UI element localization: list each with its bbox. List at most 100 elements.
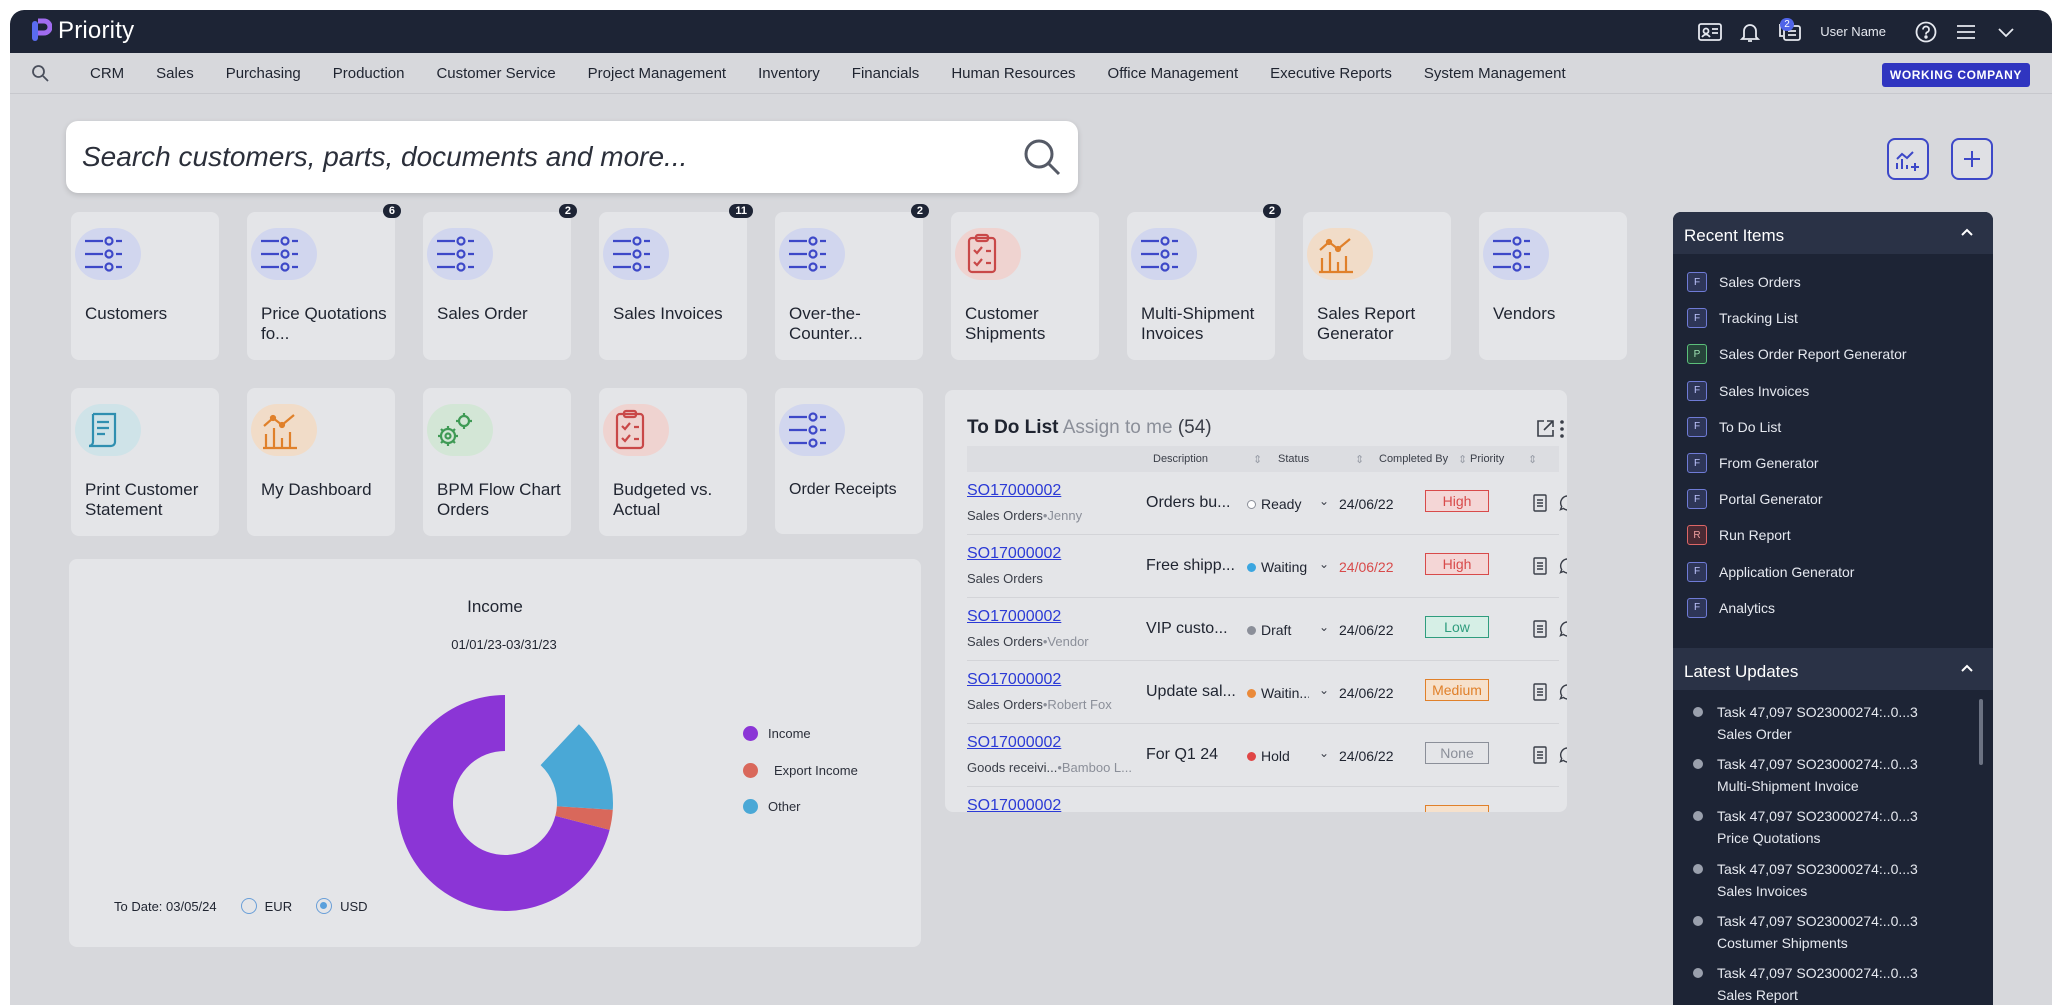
card-multi-shipment-invoices[interactable]: Multi-Shipment Invoices 2	[1127, 204, 1281, 360]
currency-eur-label[interactable]: EUR	[265, 899, 292, 914]
logo[interactable]: Priority	[30, 17, 134, 45]
card-customer-shipments[interactable]: Customer Shipments	[951, 212, 1099, 360]
todo-row[interactable]: SO17000002 Sales Orders•Jenny Orders bu...…	[967, 472, 1567, 535]
status-dropdown-icon[interactable]: ⌄	[1319, 557, 1329, 571]
status-dropdown-icon[interactable]: ⌄	[1319, 746, 1329, 760]
status-dropdown-icon[interactable]: ⌄	[1319, 683, 1329, 697]
row-status[interactable]: Ready	[1247, 496, 1309, 512]
menu-customer-service[interactable]: Customer Service	[420, 53, 571, 94]
card-customers[interactable]: Customers	[71, 212, 219, 360]
order-number-link[interactable]: SO17000002	[967, 671, 1061, 689]
menu-human-resources[interactable]: Human Resources	[935, 53, 1091, 94]
col-completed-by[interactable]: Completed By	[1379, 453, 1448, 465]
row-status[interactable]: Draft	[1247, 622, 1309, 638]
card-vendors[interactable]: Vendors	[1479, 212, 1627, 360]
recent-item[interactable]: F Sales Invoices	[1687, 380, 1809, 401]
document-icon[interactable]	[1532, 557, 1548, 575]
card-sales-report-generator[interactable]: Sales Report Generator	[1303, 212, 1451, 360]
todo-row[interactable]: SO17000002	[967, 787, 1559, 812]
recent-item[interactable]: F Portal Generator	[1687, 489, 1823, 510]
card-sales-invoices[interactable]: Sales Invoices 11	[599, 204, 753, 360]
order-number-link[interactable]: SO17000002	[967, 797, 1061, 812]
todo-row[interactable]: SO17000002 Sales Orders•Robert Fox Update …	[967, 661, 1567, 724]
currency-usd-label[interactable]: USD	[340, 899, 367, 914]
recent-item[interactable]: F Sales Orders	[1687, 272, 1801, 292]
chevron-up-icon[interactable]	[1959, 660, 1975, 676]
messages-button[interactable]: 2	[1770, 10, 1810, 53]
card-order-receipts[interactable]: Order Receipts	[775, 388, 923, 534]
card-price-quotations[interactable]: Price Quotations fo... 6	[247, 204, 401, 360]
slice-other[interactable]	[540, 724, 613, 810]
user-name[interactable]: User Name	[1820, 24, 1886, 39]
card-over-the-counter[interactable]: Over-the-Counter... 2	[775, 204, 929, 360]
comment-icon[interactable]	[1559, 620, 1567, 638]
menu-inventory[interactable]: Inventory	[742, 53, 836, 94]
recent-item[interactable]: F Application Generator	[1687, 561, 1854, 582]
update-item[interactable]: Task 47,097 SO23000274:..0...3 Sales Repo…	[1693, 962, 1918, 1005]
order-number-link[interactable]: SO17000002	[967, 734, 1061, 752]
order-number-link[interactable]: SO17000002	[967, 608, 1061, 626]
update-item[interactable]: Task 47,097 SO23000274:..0...3 Sales Invo…	[1693, 858, 1918, 902]
document-icon[interactable]	[1532, 620, 1548, 638]
comment-icon[interactable]	[1559, 683, 1567, 701]
todo-row[interactable]: SO17000002 Sales Orders•Vendor VIP custo..…	[967, 598, 1567, 661]
recent-item[interactable]: R Run Report	[1687, 525, 1791, 546]
recent-item[interactable]: F Tracking List	[1687, 308, 1798, 329]
comment-icon[interactable]	[1559, 494, 1567, 512]
menu-office-management[interactable]: Office Management	[1092, 53, 1255, 94]
menu-project-management[interactable]: Project Management	[572, 53, 742, 94]
comment-icon[interactable]	[1559, 557, 1567, 575]
add-button[interactable]	[1951, 138, 1993, 180]
help-button[interactable]	[1906, 10, 1946, 53]
sort-icon[interactable]: ⇕	[1458, 453, 1467, 466]
recent-item[interactable]: F To Do List	[1687, 416, 1781, 437]
card-bpm-flow-chart-orders[interactable]: BPM Flow Chart Orders	[423, 388, 571, 536]
row-status[interactable]: Waiting	[1247, 559, 1309, 575]
todo-row[interactable]: SO17000002 Goods receivi...•Bamboo L... Fo…	[967, 724, 1567, 787]
currency-eur-radio[interactable]	[240, 898, 257, 914]
menu-system-management[interactable]: System Management	[1408, 53, 1582, 94]
menu-executive-reports[interactable]: Executive Reports	[1254, 53, 1408, 94]
latest-updates-header[interactable]: Latest Updates	[1673, 648, 1993, 690]
open-external-icon[interactable]	[1534, 418, 1556, 440]
main-menu-button[interactable]	[1946, 10, 1986, 53]
recent-items-header[interactable]: Recent Items	[1673, 212, 1993, 254]
comment-icon[interactable]	[1559, 746, 1567, 764]
menu-purchasing[interactable]: Purchasing	[210, 53, 317, 94]
document-icon[interactable]	[1532, 746, 1548, 764]
row-status[interactable]: Waitin...	[1247, 685, 1309, 701]
updates-scrollbar[interactable]	[1979, 699, 1983, 765]
menu-search-button[interactable]	[10, 53, 70, 94]
contact-card-button[interactable]	[1690, 10, 1730, 53]
search-input[interactable]: Search customers, parts, documents and m…	[82, 141, 1022, 173]
menu-financials[interactable]: Financials	[836, 53, 936, 94]
document-icon[interactable]	[1532, 683, 1548, 701]
recent-item[interactable]: F From Generator	[1687, 453, 1819, 473]
sort-icon[interactable]: ⇕	[1253, 453, 1262, 466]
more-options-icon[interactable]	[1559, 418, 1565, 440]
row-status[interactable]: Hold	[1247, 748, 1309, 764]
col-status[interactable]: Status	[1278, 453, 1309, 465]
card-print-customer-statement[interactable]: Print Customer Statement	[71, 388, 219, 536]
recent-item[interactable]: F Analytics	[1687, 597, 1775, 618]
chevron-up-icon[interactable]	[1959, 224, 1975, 240]
update-item[interactable]: Task 47,097 SO23000274:..0...3 Costumer S…	[1693, 910, 1918, 954]
document-icon[interactable]	[1532, 494, 1548, 512]
add-widget-button[interactable]	[1887, 138, 1929, 180]
col-description[interactable]: Description	[1153, 453, 1208, 465]
assign-to-me-link[interactable]: Assign to me	[1063, 417, 1173, 438]
status-dropdown-icon[interactable]: ⌄	[1319, 494, 1329, 508]
status-dropdown-icon[interactable]: ⌄	[1319, 620, 1329, 634]
recent-item[interactable]: P Sales Order Report Generator	[1687, 344, 1907, 365]
card-sales-order[interactable]: Sales Order 2	[423, 204, 577, 360]
order-number-link[interactable]: SO17000002	[967, 545, 1061, 563]
menu-production[interactable]: Production	[317, 53, 421, 94]
search-icon[interactable]	[1022, 137, 1062, 177]
sort-icon[interactable]: ⇕	[1355, 453, 1364, 466]
notifications-button[interactable]	[1730, 10, 1770, 53]
expand-button[interactable]	[1986, 10, 2026, 53]
card-budgeted-vs-actual[interactable]: Budgeted vs. Actual	[599, 388, 747, 536]
update-item[interactable]: Task 47,097 SO23000274:..0...3 Price Quot…	[1693, 805, 1918, 849]
global-search-box[interactable]: Search customers, parts, documents and m…	[66, 121, 1078, 193]
sort-icon[interactable]: ⇕	[1528, 453, 1537, 466]
